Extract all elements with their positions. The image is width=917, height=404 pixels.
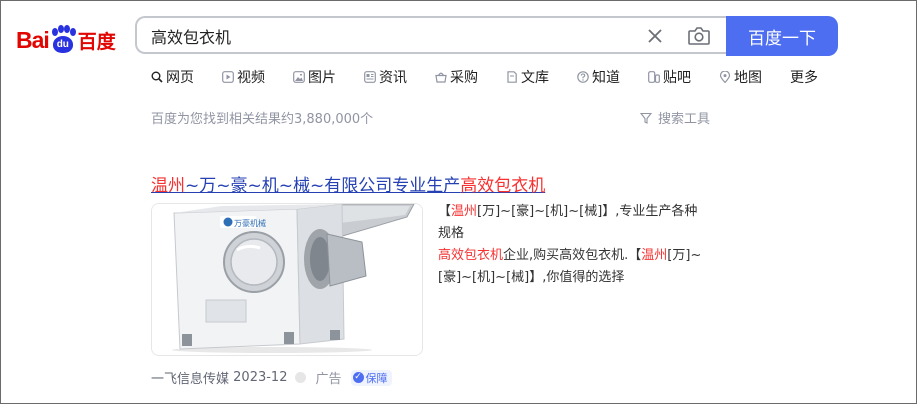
logo-text-cn: 百度 — [77, 30, 116, 53]
logo-text-latin: Bai — [16, 26, 50, 53]
map-pin-icon — [719, 71, 731, 83]
tab-more[interactable]: 更多 — [790, 67, 818, 87]
shield-check-icon: ✓ — [352, 372, 364, 383]
forum-icon — [648, 71, 660, 83]
tab-purchase[interactable]: 采购 — [435, 67, 478, 87]
tab-images[interactable]: 图片 — [293, 67, 336, 87]
search-tools-label: 搜索工具 — [658, 112, 711, 127]
result-title-link[interactable]: 温州~万~豪~机~械~有限公司专业生产高效包衣机 — [151, 171, 545, 196]
result-date: 2023-12 — [233, 370, 288, 385]
logo-text-paw: du — [52, 36, 73, 53]
news-icon — [364, 71, 376, 83]
image-icon — [293, 71, 305, 83]
tab-news[interactable]: 资讯 — [364, 67, 407, 87]
tab-label: 资讯 — [379, 70, 407, 86]
search-button[interactable]: 百度一下 — [726, 16, 838, 56]
title-text: ~万~豪~机~械~有限公司专业生产 — [185, 176, 461, 196]
close-icon[interactable] — [645, 26, 665, 46]
baidu-logo[interactable]: Bai du 百度 — [16, 20, 116, 60]
tab-label: 视频 — [237, 70, 265, 86]
tab-web[interactable]: 网页 — [151, 67, 194, 87]
ad-label: 广告 — [315, 372, 342, 387]
title-highlight: 温州 — [151, 176, 185, 196]
tab-label: 知道 — [592, 70, 620, 86]
document-icon — [507, 71, 517, 83]
guarantee-badge[interactable]: ✓ 保障 — [350, 369, 392, 386]
info-icon[interactable] — [295, 372, 307, 383]
tab-tieba[interactable]: 贴吧 — [648, 67, 691, 87]
tab-label: 图片 — [308, 70, 336, 86]
filter-icon — [640, 112, 652, 124]
search-icon — [151, 71, 163, 83]
result-source[interactable]: 一飞信息传媒 — [151, 368, 229, 387]
result-description: 【温州[万]~[豪]~[机]~[械]】,专业生产各种规格 高效包衣机企业,购买高效… — [438, 204, 702, 285]
search-input[interactable] — [149, 22, 633, 50]
tab-zhidao[interactable]: 知道 — [577, 67, 620, 87]
question-icon — [577, 71, 589, 83]
result-meta: 一飞信息传媒 2023-12 广告 ✓ 保障 — [151, 368, 392, 387]
tab-label: 文库 — [521, 70, 549, 86]
tab-library[interactable]: 文库 — [506, 67, 549, 87]
tab-label: 采购 — [450, 70, 478, 86]
tab-label: 网页 — [166, 70, 194, 86]
tab-video[interactable]: 视频 — [222, 67, 265, 87]
guarantee-label: 保障 — [365, 371, 388, 385]
tab-map[interactable]: 地图 — [719, 67, 762, 87]
results-count: 百度为您找到相关结果约3,880,000个 — [151, 112, 374, 127]
machine-brand-text: 万豪机械 — [234, 218, 266, 228]
tab-label: 地图 — [734, 70, 762, 86]
video-icon — [222, 71, 234, 83]
camera-icon[interactable] — [687, 25, 711, 47]
search-tools-button[interactable]: 搜索工具 — [640, 108, 710, 127]
search-box — [135, 16, 727, 54]
title-highlight: 高效包衣机 — [460, 176, 546, 196]
tab-label: 贴吧 — [663, 70, 691, 86]
coating-machine-image: 万豪机械 — [152, 204, 422, 355]
tab-label: 更多 — [790, 70, 818, 86]
shopping-basket-icon — [435, 72, 447, 83]
paw-icon: du — [50, 25, 76, 55]
result-thumbnail[interactable]: 万豪机械 — [151, 203, 423, 356]
